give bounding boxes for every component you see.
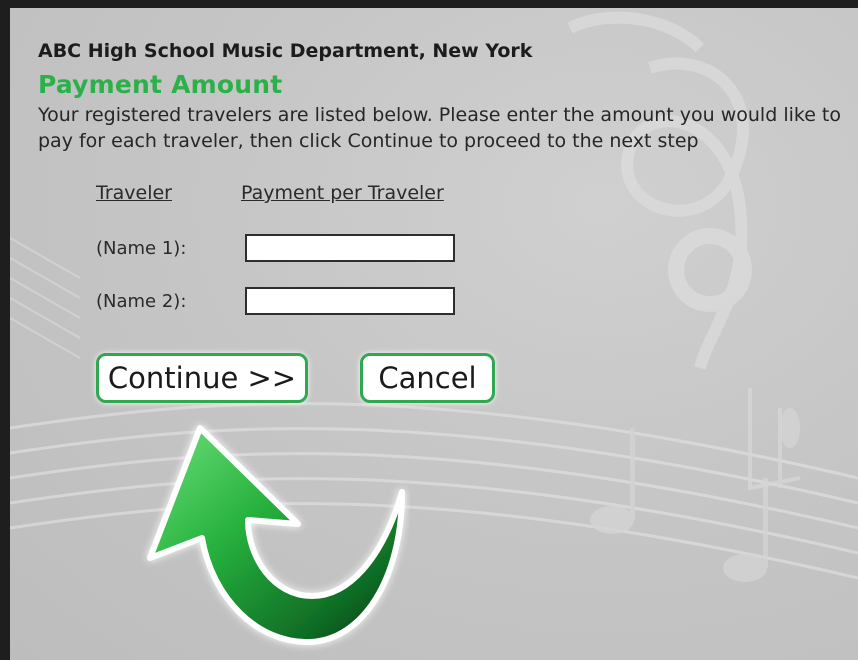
payment-input-1[interactable] [245, 234, 455, 262]
traveler-name-1: (Name 1): [96, 238, 187, 259]
cancel-button[interactable]: Cancel [360, 353, 495, 403]
traveler-name-2: (Name 2): [96, 291, 187, 312]
school-name: ABC High School Music Department, New Yo… [38, 40, 533, 62]
column-header-payment: Payment per Traveler [241, 182, 444, 204]
instructions-text: Your registered travelers are listed bel… [38, 104, 842, 152]
payment-input-2[interactable] [245, 287, 455, 315]
form-content: ABC High School Music Department, New Yo… [10, 8, 858, 660]
column-header-traveler: Traveler [96, 182, 172, 204]
curved-arrow-icon [147, 425, 405, 646]
payment-panel: ABC High School Music Department, New Yo… [10, 8, 858, 660]
window-frame: ABC High School Music Department, New Yo… [0, 0, 858, 660]
continue-button[interactable]: Continue >> [96, 353, 308, 403]
page-title: Payment Amount [38, 70, 283, 99]
